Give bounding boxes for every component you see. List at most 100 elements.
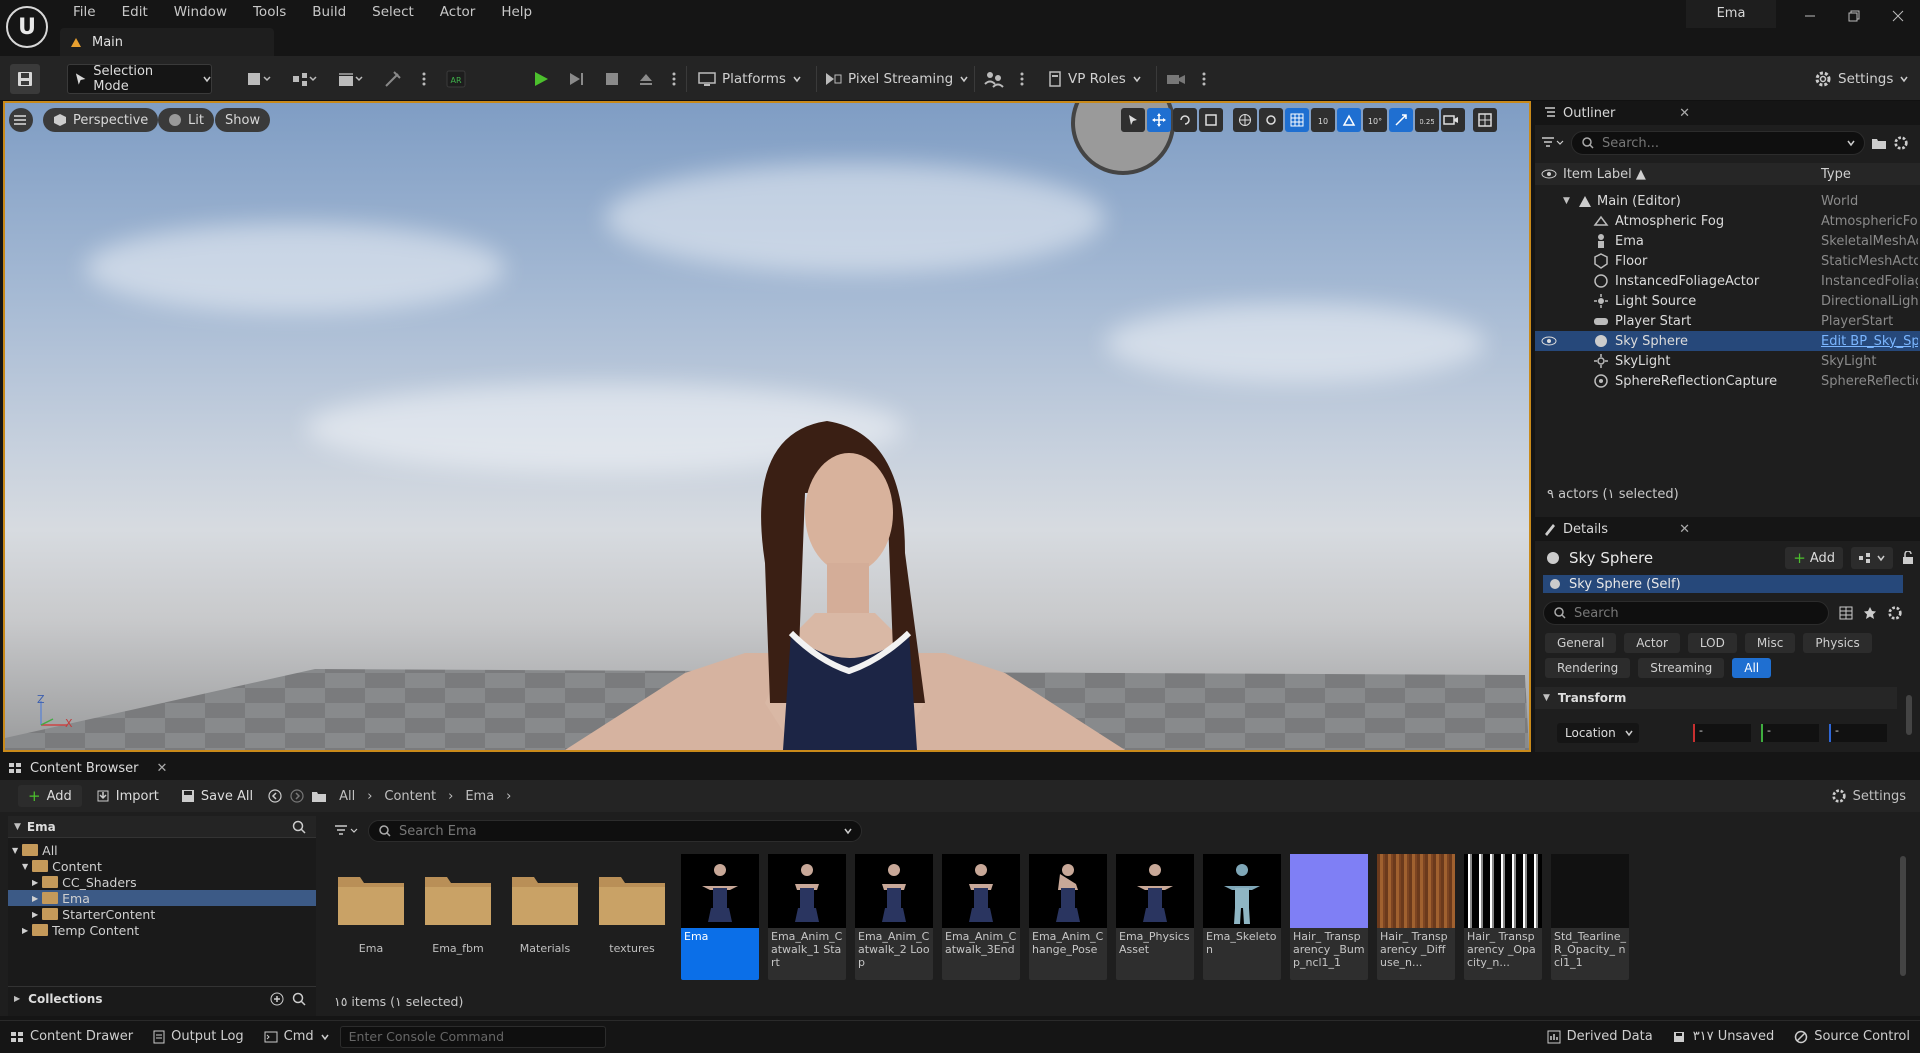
tree-item-ema[interactable]: ▶ Ema	[8, 890, 316, 906]
tree-item-temp-content[interactable]: ▶ Temp Content	[8, 922, 316, 938]
cb-scrollbar[interactable]	[1900, 856, 1906, 976]
asset-tile-hair-bump[interactable]: Hair_ Transparency _Bump_ncl1_1	[1290, 854, 1368, 980]
breadcrumb-ema[interactable]: Ema	[465, 789, 494, 804]
console-command-input[interactable]: Enter Console Command	[339, 1025, 606, 1048]
col-type[interactable]: Type	[1821, 167, 1851, 182]
camera-speed-icon[interactable]	[1441, 108, 1465, 132]
asset-tile-skeleton[interactable]: Ema_Skeleton	[1203, 854, 1281, 980]
visibility-eye-icon[interactable]	[1541, 335, 1557, 347]
gear-icon[interactable]	[1887, 605, 1903, 621]
asset-tile-catwalk-2[interactable]: Ema_Anim_Catwalk_2 Loop	[855, 854, 933, 980]
folder-tile-textures[interactable]: textures	[593, 862, 671, 988]
select-tool-icon[interactable]	[1121, 108, 1145, 132]
outliner-row-light-source[interactable]: Light Source DirectionalLight	[1535, 291, 1920, 311]
folder-icon[interactable]	[311, 789, 327, 803]
location-y-field[interactable]: -	[1761, 724, 1819, 742]
viewport-menu-button[interactable]	[9, 108, 33, 132]
tree-item-starter-content[interactable]: ▶ StarterContent	[8, 906, 316, 922]
expand-arrow-icon[interactable]: ▼	[1563, 196, 1570, 206]
outliner-row-reflection[interactable]: SphereReflectionCapture SphereReflection	[1535, 371, 1920, 391]
transform-section-header[interactable]: ▼ Transform	[1535, 687, 1897, 709]
category-general[interactable]: General	[1545, 633, 1617, 653]
platforms-button[interactable]: Platforms	[690, 64, 810, 94]
level-viewport[interactable]: Perspective Lit Show 10 10° 0.25 Z X	[3, 101, 1531, 752]
expand-arrow-icon[interactable]: ▶	[32, 878, 38, 887]
col-item-label[interactable]: Item Label ▲	[1563, 167, 1646, 182]
add-actor-button[interactable]	[238, 64, 280, 94]
menu-actor[interactable]: Actor	[427, 0, 489, 24]
menu-select[interactable]: Select	[359, 0, 427, 24]
gear-icon[interactable]	[1893, 135, 1909, 151]
component-self-row[interactable]: Sky Sphere (Self)	[1543, 575, 1903, 593]
details-search-input[interactable]: Search	[1543, 601, 1829, 625]
new-folder-icon[interactable]	[1871, 136, 1887, 150]
asset-search-input[interactable]: Search Ema	[368, 820, 862, 842]
pixel-streaming-button[interactable]: Pixel Streaming	[816, 64, 977, 94]
world-space-icon[interactable]	[1233, 108, 1257, 132]
lit-button[interactable]: Lit	[158, 108, 214, 132]
expand-arrow-icon[interactable]: ▼	[22, 862, 28, 871]
history-back-icon[interactable]	[267, 788, 283, 804]
scale-tool-icon[interactable]	[1199, 108, 1223, 132]
stop-button[interactable]	[596, 64, 628, 94]
location-x-field[interactable]: -	[1693, 724, 1751, 742]
asset-tile-physics-asset[interactable]: Ema_Physics Asset	[1116, 854, 1194, 980]
visibility-eye-icon[interactable]	[1541, 168, 1557, 180]
unsaved-button[interactable]: ٣١٧ Unsaved	[1663, 1021, 1785, 1053]
folder-tile-ema[interactable]: Ema	[332, 862, 410, 988]
menu-build[interactable]: Build	[299, 0, 359, 24]
details-tab[interactable]: Details ✕	[1535, 517, 1920, 541]
tree-item-cc-shaders[interactable]: ▶ CC_Shaders	[8, 874, 316, 890]
category-physics[interactable]: Physics	[1803, 633, 1872, 653]
filter-icon[interactable]	[1541, 136, 1565, 150]
tree-item-content[interactable]: ▼ Content	[8, 858, 316, 874]
maximize-viewport-icon[interactable]	[1473, 108, 1497, 132]
tab-main[interactable]: Main	[60, 28, 274, 56]
expand-arrow-icon[interactable]: ▶	[32, 910, 38, 919]
outliner-row-sky-sphere[interactable]: Sky Sphere Edit BP_Sky_Sph	[1535, 331, 1920, 351]
surface-snap-icon[interactable]	[1259, 108, 1283, 132]
close-icon[interactable]: ✕	[1679, 522, 1690, 537]
add-collection-icon[interactable]	[270, 992, 284, 1006]
cinematics-button[interactable]	[330, 64, 372, 94]
rotation-snap-icon[interactable]	[1337, 108, 1361, 132]
rotation-size-icon[interactable]: 10°	[1363, 108, 1387, 132]
close-icon[interactable]: ✕	[1679, 106, 1690, 121]
tree-search-input[interactable]: ▼ Ema	[8, 816, 316, 838]
grid-size-icon[interactable]: 10	[1311, 108, 1335, 132]
selection-mode-dropdown[interactable]: Selection Mode	[67, 64, 212, 94]
outliner-search-input[interactable]: Search...	[1571, 131, 1865, 155]
grid-snap-icon[interactable]	[1285, 108, 1309, 132]
edit-blueprint-link[interactable]: Edit BP_Sky_Sph	[1821, 334, 1918, 349]
modeling-button[interactable]	[376, 64, 410, 94]
multi-user-options-button[interactable]	[1012, 64, 1032, 94]
content-browser-tab[interactable]: Content Browser ✕	[0, 756, 1920, 780]
breadcrumb-content[interactable]: Content	[384, 789, 436, 804]
expand-arrow-icon[interactable]: ▶	[22, 926, 28, 935]
category-misc[interactable]: Misc	[1744, 633, 1796, 653]
asset-tile-change-pose[interactable]: Ema_Anim_Change_Pose	[1029, 854, 1107, 980]
menu-tools[interactable]: Tools	[240, 0, 299, 24]
collections-header[interactable]: ▶ Collections	[8, 986, 316, 1010]
perspective-button[interactable]: Perspective	[43, 108, 159, 132]
outliner-row-floor[interactable]: Floor StaticMeshActor	[1535, 251, 1920, 271]
category-lod[interactable]: LOD	[1687, 633, 1737, 653]
search-icon[interactable]	[292, 992, 306, 1006]
cb-add-button[interactable]: + Add	[18, 785, 82, 807]
location-z-field[interactable]: -	[1829, 724, 1887, 742]
play-button[interactable]	[524, 64, 558, 94]
outliner-row-player-start[interactable]: Player Start PlayerStart	[1535, 311, 1920, 331]
show-button[interactable]: Show	[215, 108, 271, 132]
minimize-icon[interactable]	[1788, 0, 1832, 32]
lock-icon[interactable]	[1901, 551, 1915, 565]
blueprint-dropdown[interactable]	[1851, 547, 1893, 569]
expand-arrow-icon[interactable]: ▶	[32, 894, 38, 903]
derived-data-button[interactable]: Derived Data	[1537, 1021, 1663, 1053]
outliner-tab[interactable]: Outliner ✕	[1535, 101, 1920, 125]
menu-edit[interactable]: Edit	[109, 0, 161, 24]
expand-arrow-icon[interactable]: ▶	[14, 994, 20, 1003]
menu-file[interactable]: File	[60, 0, 109, 24]
outliner-row-world[interactable]: ▼ Main (Editor) World	[1535, 191, 1920, 211]
virtual-camera-options-button[interactable]	[1194, 64, 1214, 94]
star-icon[interactable]	[1863, 606, 1877, 620]
